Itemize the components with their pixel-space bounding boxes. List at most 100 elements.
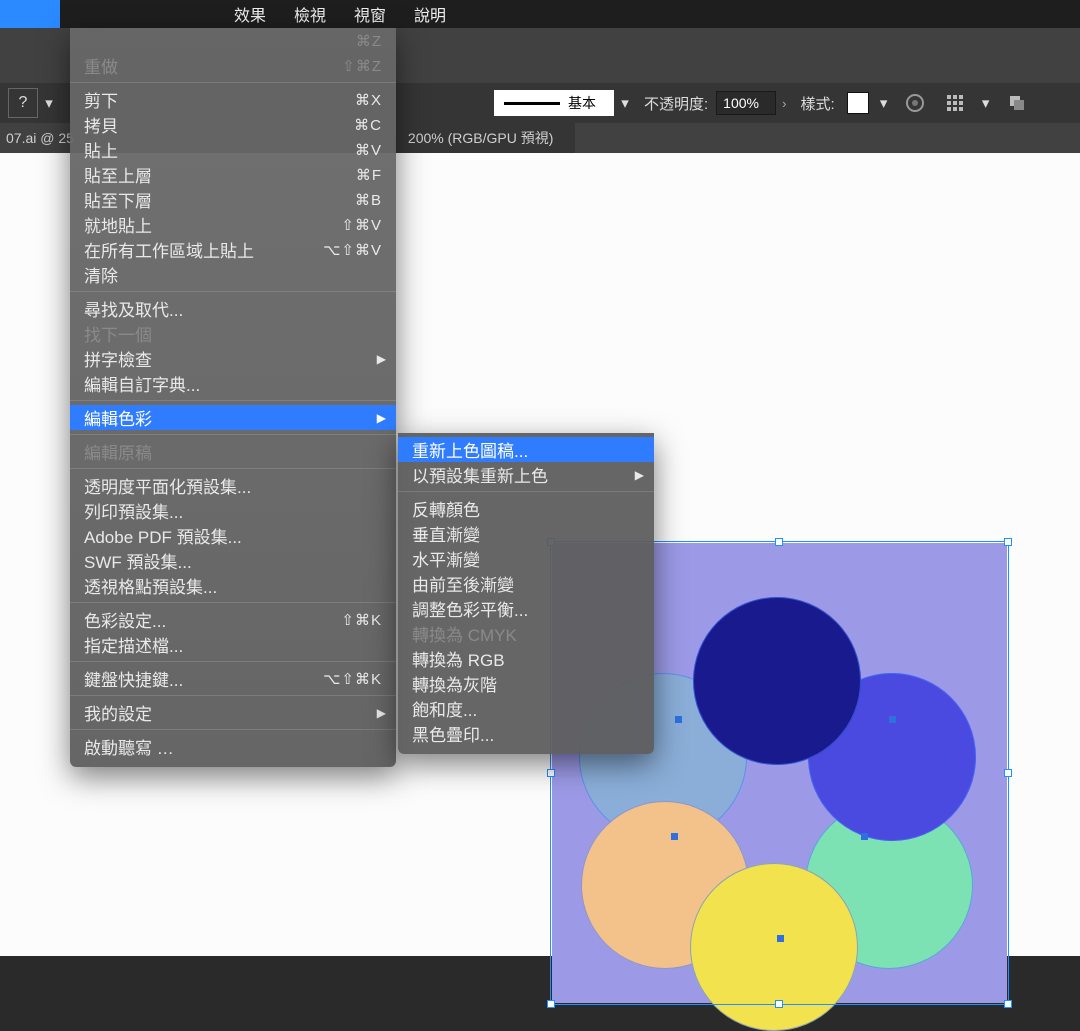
edit-menu-item[interactable]: 貼上⌘V (70, 137, 396, 162)
edit-menu-item[interactable]: 貼至上層⌘F (70, 162, 396, 187)
edit-menu-item[interactable]: 色彩設定... ⇧⌘K (70, 607, 396, 632)
edit-menu-item: 重做⇧⌘Z (70, 53, 396, 78)
color-menu-item[interactable]: 重新上色圖稿... (398, 437, 654, 462)
edit-menu-item[interactable]: 剪下⌘X (70, 87, 396, 112)
edit-menu: ⌘Z重做⇧⌘Z 剪下⌘X拷貝 ⌘C 貼上⌘V貼至上層⌘F貼至下層⌘B就地貼上⇧⌘V在所… (70, 28, 396, 767)
chevron-right-icon[interactable]: › (782, 96, 786, 111)
menu-item-label: 黑色疊印... (412, 721, 640, 746)
document-tab[interactable]: 200% (RGB/GPU 預視) (394, 123, 575, 153)
edit-menu-item[interactable]: SWF 預設集... (70, 548, 396, 573)
selection-handle[interactable] (1004, 769, 1012, 777)
edit-menu-item[interactable]: 清除 (70, 262, 396, 287)
menubar-item-view[interactable]: 檢視 (280, 0, 340, 28)
edit-menu-item[interactable]: 編輯自訂字典... (70, 371, 396, 396)
edit-menu-item[interactable]: Adobe PDF 預設集... (70, 523, 396, 548)
anchor-point[interactable] (671, 833, 678, 840)
menu-item-label: 貼至下層 (84, 187, 335, 212)
anchor-point[interactable] (861, 833, 868, 840)
edit-menu-item[interactable]: 編輯色彩▶ (70, 405, 396, 430)
menu-item-label: 我的設定 (84, 700, 382, 725)
menu-item-label: 透明度平面化預設集... (84, 473, 382, 498)
menu-item-label: 色彩設定... (84, 607, 321, 632)
chevron-down-icon[interactable]: ▾ (620, 98, 630, 108)
color-menu-item[interactable]: 垂直漸變 (398, 521, 654, 546)
selection-handle[interactable] (547, 769, 555, 777)
menu-item-label: 拼字檢查 (84, 346, 382, 371)
menu-item-label: 貼至上層 (84, 162, 336, 187)
anchor-point[interactable] (777, 935, 784, 942)
submenu-arrow-icon: ▶ (635, 468, 644, 482)
menu-item-label: 反轉顏色 (412, 496, 640, 521)
color-menu-item[interactable]: 以預設集重新上色▶ (398, 462, 654, 487)
submenu-arrow-icon: ▶ (377, 352, 386, 366)
menubar-item-window[interactable]: 視窗 (340, 0, 400, 28)
arrange-icon[interactable] (1003, 89, 1031, 117)
help-button[interactable]: ? (8, 88, 38, 118)
edit-menu-item[interactable]: 拷貝 ⌘C (70, 112, 396, 137)
menu-item-label: 透視格點預設集... (84, 573, 382, 598)
menu-item-label: SWF 預設集... (84, 548, 382, 573)
align-icon[interactable] (941, 89, 969, 117)
recolor-icon[interactable] (901, 89, 929, 117)
selection-handle[interactable] (547, 1000, 555, 1008)
opacity-input[interactable] (716, 91, 776, 115)
menu-item-label: 拷貝 (84, 112, 334, 137)
color-menu-item[interactable]: 黑色疊印... (398, 721, 654, 746)
edit-menu-item[interactable]: 尋找及取代... (70, 296, 396, 321)
menu-item-label: 編輯原稿 (84, 439, 382, 464)
edit-menu-item[interactable]: 拼字檢查▶ (70, 346, 396, 371)
anchor-point[interactable] (675, 716, 682, 723)
edit-menu-item[interactable]: 透視格點預設集... (70, 573, 396, 598)
selection-handle[interactable] (775, 538, 783, 546)
menubar-item-help[interactable]: 說明 (400, 0, 460, 28)
edit-menu-item[interactable]: 啟動聽寫 … (70, 734, 396, 759)
anchor-point[interactable] (889, 716, 896, 723)
color-menu-item[interactable]: 反轉顏色 (398, 496, 654, 521)
edit-menu-item[interactable]: 我的設定▶ (70, 700, 396, 725)
edit-menu-item: ⌘Z (70, 28, 396, 53)
color-menu-item[interactable]: 轉換為 RGB (398, 646, 654, 671)
menu-item-label: 重做 (84, 53, 322, 78)
selection-handle[interactable] (775, 1000, 783, 1008)
menu-item-label: 在所有工作區域上貼上 (84, 237, 303, 262)
menubar-item-effect[interactable]: 效果 (220, 0, 280, 28)
chevron-down-icon[interactable]: ▾ (44, 98, 54, 108)
menu-item-label: 轉換為 CMYK (412, 621, 640, 646)
menu-shortcut: ⇧⌘K (341, 611, 382, 629)
style-swatch[interactable] (847, 92, 869, 114)
chevron-down-icon[interactable]: ▾ (981, 98, 991, 108)
stroke-style-dropdown[interactable]: 基本 (494, 90, 614, 116)
submenu-arrow-icon: ▶ (377, 411, 386, 425)
edit-menu-item[interactable]: 透明度平面化預設集... (70, 473, 396, 498)
selection-handle[interactable] (1004, 1000, 1012, 1008)
menu-separator (398, 491, 654, 492)
menu-item-label: 編輯色彩 (84, 405, 382, 430)
color-menu-item[interactable]: 由前至後漸變 (398, 571, 654, 596)
edit-menu-item[interactable]: 指定描述檔... (70, 632, 396, 657)
edit-menu-item[interactable]: 列印預設集... (70, 498, 396, 523)
menu-item-label: 鍵盤快捷鍵... (84, 666, 303, 691)
selection-handle[interactable] (1004, 538, 1012, 546)
menu-shortcut: ⇧⌘V (341, 216, 382, 234)
edit-menu-item[interactable]: 就地貼上⇧⌘V (70, 212, 396, 237)
color-menu-item[interactable]: 飽和度... (398, 696, 654, 721)
menu-shortcut: ⌥⇧⌘K (323, 670, 382, 688)
edit-menu-item[interactable]: 貼至下層⌘B (70, 187, 396, 212)
color-menu-item[interactable]: 調整色彩平衡... (398, 596, 654, 621)
chevron-down-icon[interactable]: ▾ (879, 98, 889, 108)
edit-menu-item[interactable]: 在所有工作區域上貼上 ⌥⇧⌘V (70, 237, 396, 262)
menu-item-label: 尋找及取代... (84, 296, 382, 321)
doc-tab-left: 07.ai @ 25 (0, 130, 74, 146)
menu-item-label: 重新上色圖稿... (412, 437, 640, 462)
edit-menu-item[interactable]: 鍵盤快捷鍵... ⌥⇧⌘K (70, 666, 396, 691)
color-menu-item[interactable]: 水平漸變 (398, 546, 654, 571)
menu-item-label: 找下一個 (84, 321, 382, 346)
menu-shortcut: ⌥⇧⌘V (323, 241, 382, 259)
menu-shortcut: ⌘C (354, 116, 382, 134)
menu-item-label: 轉換為 RGB (412, 646, 640, 671)
color-menu-item[interactable]: 轉換為灰階 (398, 671, 654, 696)
menu-item-label: 飽和度... (412, 696, 640, 721)
menubar-item-edit[interactable] (0, 0, 60, 28)
menu-item-label: 調整色彩平衡... (412, 596, 640, 621)
menu-shortcut: ⌘V (355, 141, 382, 159)
